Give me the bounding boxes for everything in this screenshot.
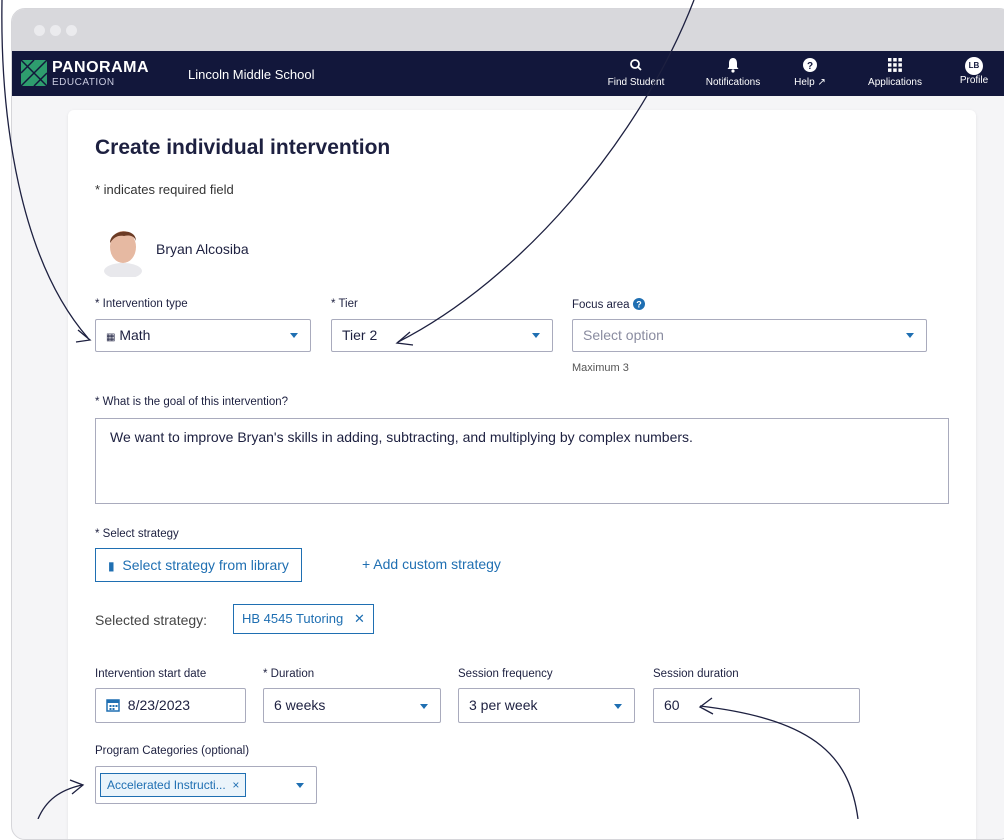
window-close-dot[interactable] bbox=[34, 25, 45, 36]
panorama-logo-icon[interactable] bbox=[20, 59, 48, 87]
strategy-label: * Select strategy bbox=[95, 528, 179, 540]
nav-profile[interactable]: LB Profile bbox=[952, 55, 996, 86]
session-frequency-select[interactable]: 3 per week bbox=[458, 688, 635, 723]
tier-select[interactable]: Tier 2 bbox=[331, 319, 553, 352]
brand-subtitle: EDUCATION bbox=[52, 77, 115, 88]
nav-applications[interactable]: Applications bbox=[858, 55, 932, 88]
duration-label: * Duration bbox=[263, 668, 315, 680]
select-strategy-library-label: Select strategy from library bbox=[122, 557, 289, 573]
selected-strategy-value: HB 4545 Tutoring bbox=[242, 611, 344, 626]
focus-area-placeholder: Select option bbox=[583, 327, 664, 343]
add-custom-strategy-link[interactable]: + Add custom strategy bbox=[362, 556, 501, 572]
grid-icon bbox=[888, 58, 902, 72]
page-title: Create individual intervention bbox=[95, 136, 391, 159]
chevron-down-icon bbox=[296, 783, 304, 788]
chevron-down-icon bbox=[290, 333, 298, 338]
browser-window: PANORAMA EDUCATION Lincoln Middle School… bbox=[11, 8, 1004, 840]
start-date-label: Intervention start date bbox=[95, 668, 207, 680]
selected-strategy-chip: HB 4545 Tutoring ✕ bbox=[233, 604, 374, 634]
window-titlebar bbox=[12, 9, 1004, 51]
focus-area-label-text: Focus area bbox=[572, 299, 630, 311]
svg-text:?: ? bbox=[636, 300, 642, 310]
window-zoom-dot[interactable] bbox=[66, 25, 77, 36]
intervention-type-label: * Intervention type bbox=[95, 298, 188, 310]
focus-area-select[interactable]: Select option bbox=[572, 319, 927, 352]
select-strategy-library-button[interactable]: ▮ Select strategy from library bbox=[95, 548, 302, 582]
student-photo bbox=[104, 231, 142, 277]
session-duration-label: Session duration bbox=[653, 668, 739, 680]
remove-category-button[interactable]: × bbox=[232, 778, 239, 792]
intervention-type-select[interactable]: ▦ Math bbox=[95, 319, 311, 352]
program-category-value: Accelerated Instructi... bbox=[107, 778, 226, 792]
selected-strategy-label: Selected strategy: bbox=[95, 612, 208, 628]
nav-find-student[interactable]: Find Student bbox=[601, 55, 671, 88]
student-name: Bryan Alcosiba bbox=[156, 241, 249, 257]
nav-notifications-label: Notifications bbox=[705, 77, 761, 88]
goal-textarea[interactable]: We want to improve Bryan's skills in add… bbox=[95, 418, 949, 504]
session-frequency-label: Session frequency bbox=[458, 668, 553, 680]
session-frequency-value: 3 per week bbox=[469, 697, 538, 713]
nav-profile-label: Profile bbox=[959, 75, 989, 86]
tier-label: * Tier bbox=[331, 298, 358, 310]
program-category-chip: Accelerated Instructi... × bbox=[100, 773, 247, 797]
chevron-down-icon bbox=[614, 704, 622, 709]
nav-applications-label: Applications bbox=[868, 77, 922, 88]
required-note: * indicates required field bbox=[95, 182, 234, 197]
start-date-value: 8/23/2023 bbox=[127, 697, 191, 713]
session-duration-input[interactable]: 60 bbox=[653, 688, 860, 723]
window-minimize-dot[interactable] bbox=[50, 25, 61, 36]
avatar: LB bbox=[965, 57, 983, 75]
bell-icon bbox=[727, 58, 739, 73]
form-card: Create individual intervention * indicat… bbox=[68, 110, 976, 839]
session-duration-value: 60 bbox=[664, 697, 680, 713]
duration-select[interactable]: 6 weeks bbox=[263, 688, 441, 723]
nav-help[interactable]: ? Help ↗ bbox=[788, 55, 832, 88]
remove-strategy-button[interactable]: ✕ bbox=[354, 611, 365, 626]
top-navbar: PANORAMA EDUCATION Lincoln Middle School… bbox=[12, 51, 1004, 96]
start-date-input[interactable]: 8/23/2023 bbox=[95, 688, 246, 723]
chevron-down-icon bbox=[906, 333, 914, 338]
external-link-icon: ↗ bbox=[817, 77, 826, 88]
calculator-icon: ▦ bbox=[106, 332, 116, 343]
chevron-down-icon bbox=[420, 704, 428, 709]
focus-area-label: Focus area ? bbox=[572, 298, 645, 311]
program-categories-select[interactable]: Accelerated Instructi... × bbox=[95, 766, 317, 804]
school-name[interactable]: Lincoln Middle School bbox=[188, 67, 314, 82]
calendar-icon bbox=[106, 699, 120, 712]
program-categories-label: Program Categories (optional) bbox=[95, 745, 250, 757]
help-icon: ? bbox=[803, 58, 817, 72]
book-icon: ▮ bbox=[108, 559, 115, 573]
tier-value: Tier 2 bbox=[342, 327, 378, 343]
goal-label: * What is the goal of this intervention? bbox=[95, 396, 289, 408]
nav-find-student-label: Find Student bbox=[607, 77, 665, 88]
goal-text: We want to improve Bryan's skills in add… bbox=[110, 429, 693, 445]
search-icon bbox=[630, 59, 642, 71]
chevron-down-icon bbox=[532, 333, 540, 338]
help-icon[interactable]: ? bbox=[632, 298, 645, 310]
nav-help-label: Help bbox=[794, 77, 815, 88]
focus-area-hint: Maximum 3 bbox=[572, 362, 629, 374]
nav-notifications[interactable]: Notifications bbox=[696, 55, 770, 88]
brand-name: PANORAMA bbox=[52, 59, 150, 76]
svg-text:?: ? bbox=[807, 61, 813, 72]
intervention-type-value: Math bbox=[119, 327, 151, 343]
duration-value: 6 weeks bbox=[274, 697, 326, 713]
